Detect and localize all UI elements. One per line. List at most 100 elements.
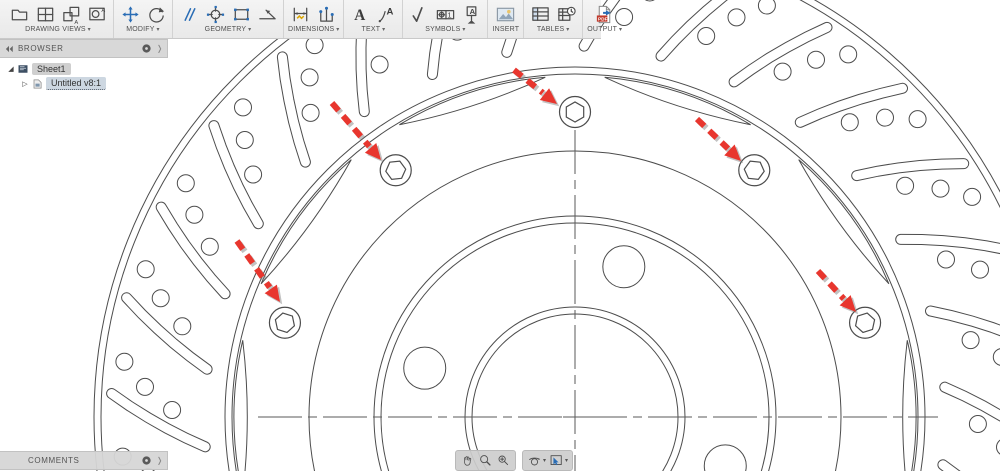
panel-resize-handle-icon[interactable]: ❭: [156, 456, 163, 465]
insert-image-button[interactable]: [494, 2, 518, 26]
svg-text:A: A: [354, 6, 365, 23]
chevron-down-icon: ▾: [617, 27, 623, 33]
toolbar-group-output: PDF OUTPUT ▾: [583, 0, 626, 38]
browser-row-untitled-v8-1[interactable]: ▷ Untitled v8:1: [6, 77, 168, 90]
surface-finish-button[interactable]: [407, 2, 431, 26]
browser-row-label[interactable]: Sheet1: [32, 62, 71, 75]
baseline-dimension-button[interactable]: [315, 2, 339, 26]
collapsed-triangle-icon[interactable]: ▷: [20, 80, 30, 88]
browser-row-label[interactable]: Untitled v8:1: [46, 77, 107, 90]
base-view-button[interactable]: [7, 2, 31, 26]
rotate-icon: [148, 6, 164, 23]
comments-panel-title: COMMENTS: [28, 456, 80, 465]
drill-hole: [136, 260, 155, 279]
browser-panel-header[interactable]: BROWSER ❭: [0, 39, 168, 58]
svg-text:PDF: PDF: [598, 16, 608, 22]
drill-hole: [305, 36, 324, 55]
chevron-down-icon: ▾: [565, 458, 569, 464]
svg-text:A: A: [101, 8, 105, 14]
drill-hole: [773, 62, 792, 81]
toolbar-group-symbols: 1 A SYMBOLS ▾: [403, 0, 489, 38]
revision-table-icon: [557, 6, 576, 21]
toolbar-group-label-text: MODIFY: [126, 26, 155, 33]
orbit-button[interactable]: ▾: [526, 452, 547, 469]
linear-dimension-button[interactable]: [289, 2, 313, 26]
panel-options-icon[interactable]: [141, 43, 152, 54]
collapse-panel-icon[interactable]: [4, 44, 14, 54]
navbar-group-zoom: [455, 450, 516, 471]
edge-extend-icon: [258, 9, 276, 19]
zoom-window-button[interactable]: [495, 452, 512, 469]
drill-hole: [908, 110, 927, 129]
drill-hole: [757, 0, 776, 15]
toolbar-group-label[interactable]: TABLES ▾: [537, 26, 570, 33]
app-window: A A DRAWING VIEWS ▾ MODIFY ▾ GEOMETRY ▾ DIMEN…: [0, 0, 1000, 471]
text-icon: A: [354, 6, 365, 23]
toolbar-group-text: A A TEXT ▾: [344, 0, 404, 38]
svg-text:A: A: [386, 6, 393, 17]
drill-hole: [301, 103, 320, 122]
leader-text-icon: A: [378, 6, 393, 22]
toolbar-group-label[interactable]: INSERT: [492, 26, 519, 33]
feature-control-frame-button[interactable]: 1: [433, 2, 457, 26]
drill-hole: [185, 205, 204, 224]
drill-hole: [234, 98, 252, 117]
rotate-button[interactable]: [144, 2, 168, 26]
svg-text:A: A: [470, 7, 476, 16]
feature-control-frame-icon: 1: [436, 9, 455, 19]
chevron-down-icon: ▾: [460, 27, 466, 33]
datum-identifier-button[interactable]: A: [459, 2, 483, 26]
component-icon: [30, 78, 46, 90]
projected-view-icon: A: [62, 6, 79, 25]
toolbar-group-label[interactable]: OUTPUT ▾: [587, 26, 622, 33]
projected-view-button[interactable]: A: [59, 2, 83, 26]
drill-hole: [727, 8, 746, 27]
parallel-lines-button[interactable]: [177, 2, 201, 26]
move-button[interactable]: [118, 2, 142, 26]
base-view-icon: [11, 9, 27, 20]
panel-resize-handle-icon[interactable]: ❭: [156, 44, 163, 53]
toolbar-group-dimensions: DIMENSIONS ▾: [284, 0, 345, 38]
toolbar-group-modify: MODIFY ▾: [114, 0, 173, 38]
chevron-down-icon: ▾: [246, 27, 252, 33]
toolbar-group-label[interactable]: GEOMETRY ▾: [205, 26, 252, 33]
drill-hole: [937, 250, 955, 269]
drill-hole: [300, 68, 319, 87]
drill-hole: [931, 179, 950, 198]
output-pdf-button[interactable]: PDF: [593, 2, 617, 26]
chevron-down-icon: ▾: [380, 27, 386, 33]
display-settings-button[interactable]: ▾: [548, 452, 569, 469]
toolbar-group-label[interactable]: TEXT ▾: [362, 26, 386, 33]
toolbar-group-tables: TABLES ▾: [524, 0, 584, 38]
baseline-dimension-icon: [319, 6, 334, 22]
datum-identifier-icon: A: [466, 5, 477, 24]
toolbar-group-label[interactable]: MODIFY ▾: [126, 26, 160, 33]
toolbar-group-label[interactable]: SYMBOLS ▾: [425, 26, 465, 33]
drill-hole: [961, 331, 980, 350]
comments-panel-header[interactable]: COMMENTS ❭: [0, 451, 168, 470]
edge-extend-button[interactable]: [255, 2, 279, 26]
drill-hole: [176, 174, 195, 193]
browser-row-sheet1[interactable]: ◢ Sheet1: [6, 62, 168, 75]
main-toolbar: A A DRAWING VIEWS ▾ MODIFY ▾ GEOMETRY ▾ DIMEN…: [0, 0, 622, 39]
center-mark-button[interactable]: [203, 2, 227, 26]
toolbar-group-label[interactable]: DRAWING VIEWS ▾: [25, 26, 91, 33]
expanded-triangle-icon[interactable]: ◢: [6, 65, 16, 73]
leader-text-button[interactable]: A: [374, 2, 398, 26]
chevron-down-icon: ▾: [154, 27, 160, 33]
table-button[interactable]: [528, 2, 552, 26]
toolbar-group-label[interactable]: DIMENSIONS ▾: [288, 26, 339, 33]
rectangle-points-button[interactable]: [229, 2, 253, 26]
linear-dimension-icon: [293, 7, 308, 21]
panel-options-icon[interactable]: [141, 455, 152, 466]
display-settings-icon: [550, 455, 562, 466]
detail-view-button[interactable]: A: [85, 2, 109, 26]
revision-table-button[interactable]: [554, 2, 578, 26]
rectangle-points-icon: [233, 8, 249, 20]
sheet-views-button[interactable]: [33, 2, 57, 26]
text-button[interactable]: A: [348, 2, 372, 26]
pan-button[interactable]: [459, 452, 476, 469]
drill-hole: [200, 237, 219, 256]
toolbar-group-label-text: DRAWING VIEWS: [25, 26, 86, 33]
zoom-button[interactable]: [477, 452, 494, 469]
